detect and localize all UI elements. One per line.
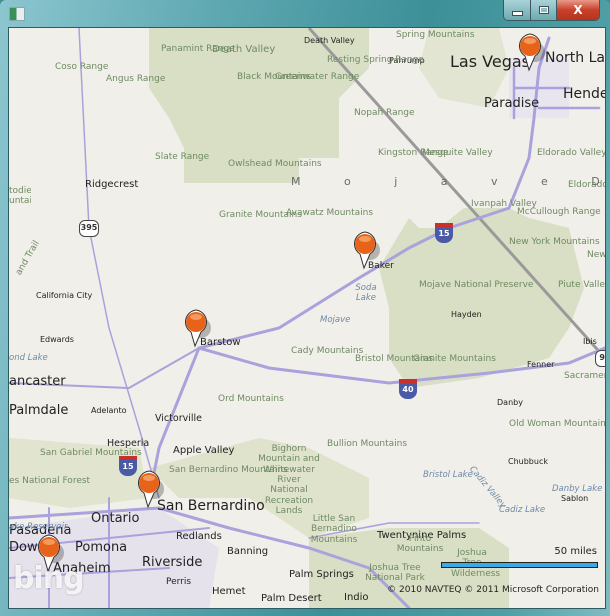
city-label: Perris <box>166 577 192 587</box>
maximize-icon <box>538 6 549 14</box>
map-frame: Las Vegas North Las Hende Paradise Pahru… <box>8 27 606 609</box>
city-label: Pomona <box>75 540 128 555</box>
city-label: Death Valley <box>304 36 355 45</box>
region-label: Ord Mountains <box>218 394 284 404</box>
region-label: Death Valley <box>212 44 276 55</box>
city-label: ancaster <box>9 374 66 389</box>
region-label: Bullion Mountains <box>327 439 408 449</box>
copyright-notice: © 2010 NAVTEQ © 2011 Microsoft Corporati… <box>387 585 599 595</box>
title-bar[interactable]: X <box>0 0 610 26</box>
city-label: Apple Valley <box>173 445 235 456</box>
region-label: Nopah Range <box>354 108 415 118</box>
city-label: Palmdale <box>9 403 69 418</box>
city-label: Redlands <box>176 531 222 542</box>
city-label: San Bernardino <box>157 498 265 514</box>
region-label: Mesquite Valley <box>422 148 493 158</box>
city-label: Sablon <box>561 494 589 503</box>
map-canvas[interactable]: Las Vegas North Las Hende Paradise Pahru… <box>9 28 605 608</box>
water-label: Cadiz Lake <box>499 505 546 515</box>
water-label: ake Reservoir <box>9 522 68 532</box>
city-label: Palm Springs <box>289 569 354 580</box>
close-icon: X <box>573 3 583 17</box>
region-label: Old Woman Mountains <box>509 419 606 429</box>
region-label: Cady Mountains <box>291 346 364 356</box>
region-label: Sacramen Mountai <box>564 371 606 381</box>
city-label: Palm Desert <box>261 593 322 604</box>
city-label: California City <box>36 291 93 300</box>
app-window: X Las Vegas North Las Hende Paradise Pah… <box>0 0 610 616</box>
region-label: Spring Mountains <box>396 30 475 40</box>
city-label: Hende <box>563 86 606 102</box>
water-label: Bristol Lake <box>423 470 473 480</box>
map-pin-las-vegas[interactable] <box>515 32 545 76</box>
region-label: Joshua Tree National Park <box>365 563 425 584</box>
city-label: Banning <box>227 546 269 557</box>
city-label: Adelanto <box>91 406 127 415</box>
city-label: Fenner <box>527 360 555 369</box>
city-label: Victorville <box>155 413 202 424</box>
map-pin-san-bernardino[interactable] <box>134 469 164 513</box>
region-label: Little San Bernadino Mountains <box>310 514 358 545</box>
city-label: Hayden <box>451 310 482 319</box>
minimize-button[interactable] <box>504 0 531 20</box>
region-label: Newb Moun <box>587 250 606 260</box>
region-label: McCullough Range <box>517 207 601 217</box>
region-label: Bighorn Mountain and Whitewater River Na… <box>258 444 320 517</box>
water-label: Danby Lake <box>552 484 603 494</box>
map-pin-barstow[interactable] <box>181 308 211 352</box>
scale-label: 50 miles <box>554 546 597 557</box>
map-pin-baker[interactable] <box>350 230 380 274</box>
city-label: Edwards <box>40 335 74 344</box>
city-label: North Las <box>545 50 606 66</box>
region-label: todie untains <box>9 186 31 207</box>
region-label: Owlshead Mountains <box>228 159 322 169</box>
city-label: Ontario <box>91 511 140 526</box>
region-label: Angus Range <box>106 74 166 84</box>
desert-label: M o j a v e D e s e r t <box>291 175 605 188</box>
city-label: Danby <box>497 398 523 407</box>
region-label: Greenwater Range <box>275 72 360 82</box>
city-label: Ibis <box>583 337 597 346</box>
app-window-icon[interactable] <box>9 7 25 21</box>
interstate-shield: 15 <box>435 223 453 243</box>
us-highway-shield: 395 <box>79 220 99 237</box>
water-label: Soda Lake <box>355 283 377 303</box>
region-label: Pinto Mountains <box>396 534 444 555</box>
city-label: Riverside <box>142 555 203 570</box>
region-label: Slate Range <box>155 152 210 162</box>
bing-logo: bing <box>13 561 85 596</box>
maximize-button[interactable] <box>531 0 557 20</box>
city-label: Ridgecrest <box>85 179 139 190</box>
region-label: Eldorado Valley <box>537 148 606 158</box>
interstate-shield: 40 <box>399 379 417 399</box>
scale-bar <box>441 562 598 568</box>
us-highway-shield: 95 <box>595 350 605 367</box>
close-button[interactable]: X <box>557 0 599 20</box>
city-label: Chubbuck <box>508 457 548 466</box>
city-label: Paradise <box>484 96 540 111</box>
minimize-icon <box>511 10 523 16</box>
region-label: Piute Valley <box>558 280 606 290</box>
water-label: Mojave <box>320 315 351 325</box>
region-label: Mojave National Preserve <box>419 280 534 290</box>
region-label: es National Forest <box>9 476 91 486</box>
region-label: New York Mountains <box>509 237 600 247</box>
region-label: Avawatz Mountains <box>286 208 374 218</box>
region-label: Resting Spring Range <box>327 55 424 65</box>
region-label: Coso Range <box>55 62 109 72</box>
water-label: ond Lake <box>9 353 48 363</box>
hwy-395 <box>78 28 160 499</box>
city-label: Hemet <box>212 586 246 597</box>
caption-buttons: X <box>503 0 600 21</box>
region-label: Granite Mountains <box>413 354 496 364</box>
city-label: Indio <box>344 592 369 603</box>
